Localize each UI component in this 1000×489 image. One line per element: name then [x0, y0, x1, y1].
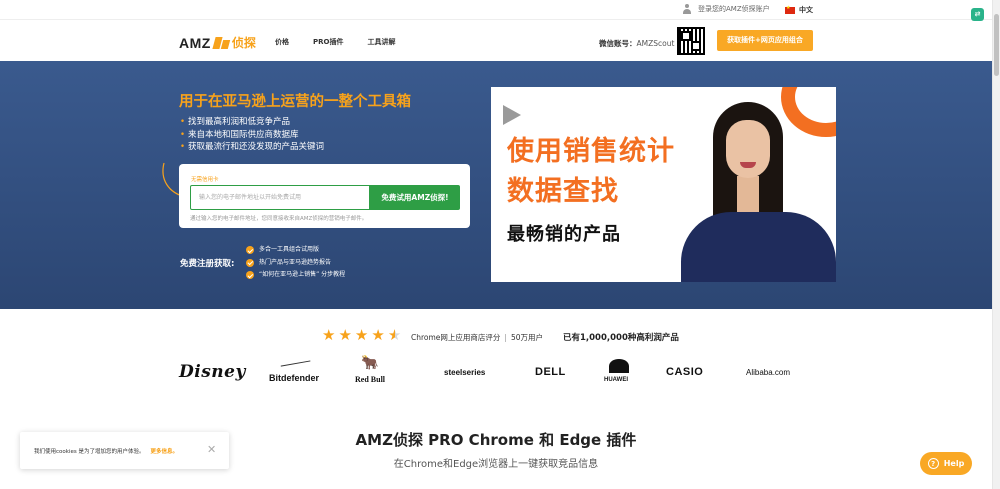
- signup-card: 无需信用卡 免费试用AMZ侦探! 通过输入您的电子邮件地址，您同意接收来自AMZ…: [179, 164, 470, 228]
- rating-stars: ★ ★ ★ ★ ★: [322, 328, 404, 343]
- video-headline-1: 使用销售统计: [507, 136, 675, 167]
- store-rating-label: Chrome网上应用商店评分: [411, 333, 501, 342]
- main-navbar: AMZ 侦探 价格 PRO插件 工具讲解 微信账号：AMZScout 获取插件+…: [0, 21, 992, 61]
- top-utility-bar: 登录您的AMZ侦探账户 中文: [0, 0, 992, 20]
- star-icon: ★: [338, 326, 352, 344]
- language-switcher[interactable]: 中文: [785, 5, 813, 15]
- page-scrollbar[interactable]: [992, 0, 1000, 489]
- presenter-face: [726, 120, 770, 178]
- scrollbar-thumb[interactable]: [994, 14, 999, 76]
- play-icon[interactable]: [503, 105, 521, 125]
- login-link[interactable]: 登录您的AMZ侦探账户: [682, 4, 770, 14]
- video-headline-2: 数据查找: [507, 176, 619, 207]
- hero-bullet: 来自本地和国际供应商数据库: [180, 129, 324, 142]
- user-icon: [682, 4, 692, 14]
- amzscout-logo[interactable]: AMZ 侦探: [179, 34, 256, 51]
- brand-logos: Disney Bitdefender Red Bull steelseries …: [179, 355, 819, 387]
- rating-text: Chrome网上应用商店评分 | 50万用户: [411, 332, 543, 343]
- cookie-message: 我们使用cookies 是为了增加您的用户体验。: [34, 449, 145, 455]
- wechat-qr-code: [677, 27, 705, 55]
- question-icon: ?: [927, 458, 939, 469]
- disney-logo: Disney: [179, 362, 246, 382]
- nav-link-tool-tutorials[interactable]: 工具讲解: [367, 37, 395, 47]
- user-count: 50万用户: [510, 333, 543, 342]
- nav-link-pricing[interactable]: 价格: [275, 37, 289, 47]
- casio-logo: CASIO: [666, 366, 704, 378]
- email-input[interactable]: [190, 185, 370, 210]
- logo-mark-icon: [214, 37, 230, 49]
- wechat-id: AMZScout: [636, 39, 675, 48]
- get-bundle-button[interactable]: 获取插件+网页应用组合: [717, 30, 813, 51]
- wechat-account: 微信账号：AMZScout: [599, 38, 674, 49]
- hero-bullets: 找到最高利润和低竞争产品 来自本地和国际供应商数据库 获取最流行和还没发现的产品…: [180, 116, 324, 154]
- cookie-banner: 我们使用cookies 是为了增加您的用户体验。 更多信息。 ✕: [20, 432, 229, 469]
- cookie-text: 我们使用cookies 是为了增加您的用户体验。 更多信息。: [34, 447, 178, 455]
- star-icon: ★: [322, 326, 336, 344]
- help-label: Help: [943, 459, 965, 468]
- products-count: 已有1,000,000种高利润产品: [563, 333, 679, 343]
- language-label: 中文: [799, 6, 813, 14]
- perk-item: “如何在亚马逊上销售” 分步教程: [246, 269, 345, 282]
- hero-section: 用于在亚马逊上运营的一整个工具箱 找到最高利润和低竞争产品 来自本地和国际供应商…: [0, 61, 992, 309]
- promo-video[interactable]: 使用销售统计 数据查找 最畅销的产品: [491, 87, 836, 282]
- perk-item: 多合一工具组合试用版: [246, 244, 345, 257]
- half-star-icon: ★: [387, 326, 402, 344]
- perk-label: 热门产品与亚马逊趋势报告: [259, 258, 332, 266]
- presenter-image: [681, 102, 836, 282]
- marketing-consent-note: 通过输入您的电子邮件地址，您同意接收来自AMZ侦探的营销电子邮件。: [190, 216, 368, 222]
- alibaba-logo: Alibaba.com: [746, 367, 791, 377]
- perk-item: 热门产品与亚马逊趋势报告: [246, 257, 345, 270]
- translate-extension-icon[interactable]: ⇄: [971, 8, 984, 21]
- close-icon[interactable]: ✕: [207, 443, 216, 456]
- check-icon: [246, 271, 254, 280]
- login-label: 登录您的AMZ侦探账户: [698, 5, 770, 13]
- hero-title: 用于在亚马逊上运营的一整个工具箱: [179, 94, 411, 110]
- separator: |: [504, 333, 507, 342]
- dell-logo: DELL: [535, 366, 566, 378]
- huawei-logo: HUAWEI: [604, 357, 629, 387]
- perk-label: “如何在亚马逊上销售” 分步教程: [259, 271, 346, 278]
- steelseries-logo: steelseries: [444, 367, 486, 377]
- video-headline-3: 最畅销的产品: [507, 224, 621, 245]
- redbull-logo: Red Bull: [355, 355, 385, 387]
- signup-perks: 多合一工具组合试用版 热门产品与亚马逊趋势报告 “如何在亚马逊上销售” 分步教程: [246, 244, 345, 282]
- no-credit-card-label: 无需信用卡: [191, 177, 219, 183]
- cookie-more-link[interactable]: 更多信息。: [150, 449, 178, 455]
- star-icon: ★: [371, 326, 385, 344]
- hero-bullet: 获取最流行和还没发现的产品关键词: [180, 141, 324, 154]
- hero-bullet: 找到最高利润和低竞争产品: [180, 116, 324, 129]
- star-icon: ★: [354, 326, 369, 344]
- wechat-label: 微信账号：: [599, 39, 637, 48]
- presenter-jacket: [681, 212, 836, 282]
- help-button[interactable]: ? Help: [920, 452, 972, 475]
- nav-link-pro-extension[interactable]: PRO插件: [313, 37, 343, 47]
- logo-cn-text: 侦探: [231, 36, 256, 50]
- check-icon: [246, 246, 254, 255]
- free-signup-label: 免费注册获取:: [180, 259, 235, 269]
- free-trial-button[interactable]: 免费试用AMZ侦探!: [370, 185, 460, 210]
- perk-label: 多合一工具组合试用版: [259, 246, 320, 253]
- check-icon: [246, 258, 254, 267]
- nav-links: 价格 PRO插件 工具讲解: [275, 37, 419, 47]
- bitdefender-logo: Bitdefender: [269, 357, 319, 387]
- logo-text: AMZ: [179, 34, 211, 51]
- china-flag-icon: [785, 5, 795, 14]
